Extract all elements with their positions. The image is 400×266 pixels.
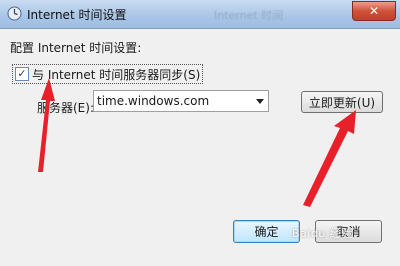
chevron-down-icon[interactable] (252, 91, 268, 111)
window-title: Internet 时间设置 (27, 8, 127, 22)
server-value[interactable]: time.windows.com (94, 94, 252, 108)
update-now-button[interactable]: 立即更新(U) (301, 91, 383, 113)
checkmark-icon: ✓ (17, 67, 27, 80)
sync-checkbox-label[interactable]: 与 Internet 时间服务器同步(S) (32, 66, 200, 83)
server-label: 服务器(E): (37, 101, 94, 115)
title-bar: Internet 时间设置 Internet 时间 ✕ (0, 0, 400, 29)
sync-checkbox[interactable]: ✓ (15, 67, 29, 81)
dialog-content: 配置 Internet 时间设置: ✓ 与 Internet 时间服务器同步(S… (0, 29, 400, 266)
server-combobox[interactable]: time.windows.com (93, 90, 269, 112)
internet-time-settings-window: Internet 时间设置 Internet 时间 ✕ 配置 Internet … (0, 0, 400, 266)
dialog-heading: 配置 Internet 时间设置: (10, 41, 142, 55)
watermark: Baidu 经验 (292, 227, 353, 240)
sync-checkbox-row[interactable]: ✓ 与 Internet 时间服务器同步(S) (12, 64, 204, 84)
close-icon: ✕ (368, 4, 380, 18)
background-window-text: Internet 时间 (214, 9, 284, 22)
ok-button[interactable]: 确定 (233, 220, 300, 243)
close-button[interactable]: ✕ (352, 1, 396, 21)
clock-globe-icon (7, 6, 22, 21)
